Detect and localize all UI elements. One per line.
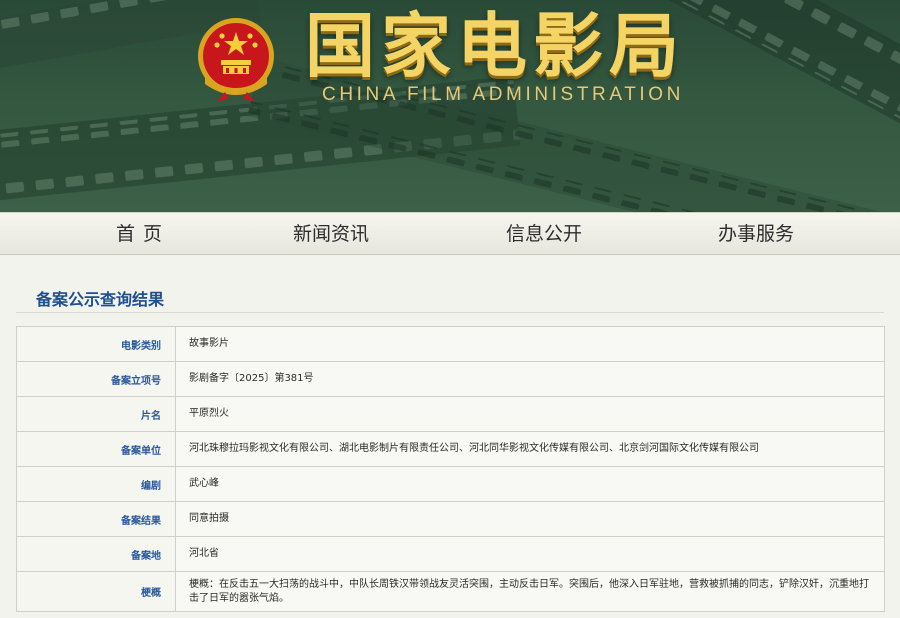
record-table: 电影类别 故事影片 备案立项号 影剧备字〔2025〕第381号 片名 平原烈火 … <box>16 326 885 612</box>
site-title: 国家电影局 <box>305 4 685 87</box>
nav-info-disclosure[interactable]: 信息公开 <box>506 213 582 256</box>
field-value: 河北省 <box>175 536 885 572</box>
table-row: 片名 平原烈火 <box>16 396 885 432</box>
site-subtitle: CHINA FILM ADMINISTRATION <box>322 84 685 105</box>
field-label: 备案单位 <box>16 431 176 467</box>
table-row: 电影类别 故事影片 <box>16 326 885 362</box>
section-title: 备案公示查询结果 <box>36 290 165 309</box>
table-row: 编剧 武心峰 <box>16 466 885 502</box>
table-row: 备案地 河北省 <box>16 536 885 572</box>
nav-services[interactable]: 办事服务 <box>718 213 794 256</box>
nav-news[interactable]: 新闻资讯 <box>293 213 369 256</box>
site-header-banner: 国家电影局 CHINA FILM ADMINISTRATION <box>0 0 900 212</box>
table-row: 备案立项号 影剧备字〔2025〕第381号 <box>16 361 885 397</box>
table-row: 备案单位 河北珠穆拉玛影视文化有限公司、湖北电影制片有限责任公司、河北同华影视文… <box>16 431 885 467</box>
field-label: 片名 <box>16 396 176 432</box>
table-row: 梗概 梗概：在反击五一大扫荡的战斗中，中队长周铁汉带领战友灵活突围，主动反击日军… <box>16 571 885 612</box>
nav-home[interactable]: 首页 <box>116 213 170 256</box>
field-label: 梗概 <box>16 571 176 612</box>
field-label: 备案地 <box>16 536 176 572</box>
national-emblem-icon <box>198 18 274 102</box>
field-value: 平原烈火 <box>175 396 885 432</box>
table-row: 备案结果 同意拍摄 <box>16 501 885 537</box>
field-label: 电影类别 <box>16 326 176 362</box>
main-nav: 首页 新闻资讯 信息公开 办事服务 <box>0 212 900 255</box>
section-divider <box>16 312 884 313</box>
field-value: 故事影片 <box>175 326 885 362</box>
field-label: 备案结果 <box>16 501 176 537</box>
field-label: 备案立项号 <box>16 361 176 397</box>
field-value: 同意拍摄 <box>175 501 885 537</box>
field-value: 影剧备字〔2025〕第381号 <box>175 361 885 397</box>
field-label: 编剧 <box>16 466 176 502</box>
field-value: 梗概：在反击五一大扫荡的战斗中，中队长周铁汉带领战友灵活突围，主动反击日军。突围… <box>175 571 885 612</box>
field-value: 河北珠穆拉玛影视文化有限公司、湖北电影制片有限责任公司、河北同华影视文化传媒有限… <box>175 431 885 467</box>
field-value: 武心峰 <box>175 466 885 502</box>
